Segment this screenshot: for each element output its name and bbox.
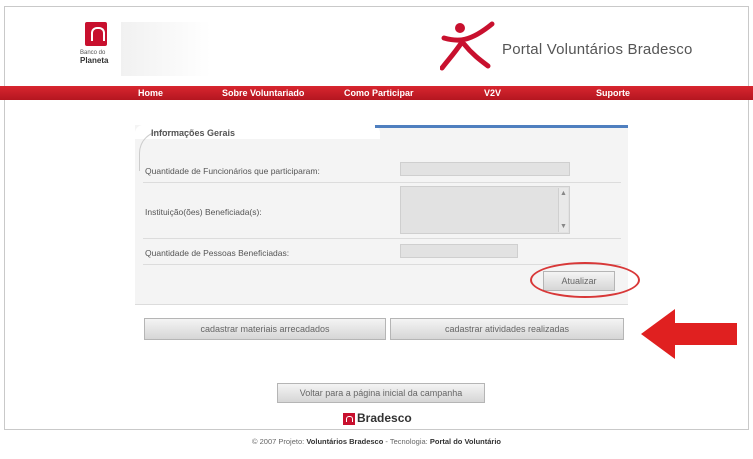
- footer-project-link[interactable]: Voluntários Bradesco: [306, 437, 383, 446]
- nav-item-como-participar[interactable]: Como Participar: [344, 86, 414, 100]
- scroll-down-icon[interactable]: ▼: [560, 223, 567, 230]
- banco-do-planeta-logo[interactable]: Banco do Planeta: [80, 22, 120, 76]
- footer-middle: - Tecnologia:: [383, 437, 428, 446]
- cadastrar-materiais-button[interactable]: cadastrar materiais arrecadados: [144, 318, 386, 340]
- header-decoration: [121, 22, 211, 76]
- funcionarios-input[interactable]: [400, 162, 570, 176]
- nav-item-suporte[interactable]: Suporte: [596, 86, 630, 100]
- nav-item-home[interactable]: Home: [138, 86, 163, 100]
- red-arrow-icon: [641, 309, 737, 359]
- instituicoes-textarea[interactable]: ▲ ▼: [400, 186, 570, 234]
- field-label-pessoas: Quantidade de Pessoas Beneficiadas:: [145, 248, 290, 258]
- field-row-pessoas: Quantidade de Pessoas Beneficiadas:: [143, 239, 621, 265]
- bradesco-logo-icon: [343, 413, 355, 425]
- nav-item-v2v[interactable]: V2V: [484, 86, 501, 100]
- cadastrar-atividades-button[interactable]: cadastrar atividades realizadas: [390, 318, 624, 340]
- footer-prefix: © 2007 Projeto:: [252, 437, 305, 446]
- bradesco-tree-icon: [85, 22, 107, 46]
- pessoas-input[interactable]: [400, 244, 518, 258]
- portal-title: Portal Voluntários Bradesco: [502, 41, 693, 58]
- main-nav: Home Sobre Voluntariado Como Participar …: [0, 86, 753, 100]
- field-label-instituicoes: Instituição(ões) Beneficiada(s):: [145, 207, 262, 217]
- textarea-scrollbar[interactable]: ▲ ▼: [558, 188, 568, 232]
- bradesco-brand: Bradesco: [357, 411, 412, 425]
- scroll-up-icon[interactable]: ▲: [560, 190, 567, 197]
- field-label-funcionarios: Quantidade de Funcionários que participa…: [145, 166, 320, 176]
- highlight-ellipse: [530, 262, 640, 298]
- field-row-instituicoes: Instituição(ões) Beneficiada(s): ▲ ▼: [143, 183, 621, 239]
- field-row-funcionarios: Quantidade de Funcionários que participa…: [143, 157, 621, 183]
- nav-item-sobre-voluntariado[interactable]: Sobre Voluntariado: [222, 86, 304, 100]
- footer: © 2007 Projeto: Voluntários Bradesco - T…: [0, 437, 753, 446]
- volunteer-figure-icon: [440, 21, 495, 71]
- panel-title: Informações Gerais: [151, 128, 236, 138]
- voltar-button[interactable]: Voltar para a página inicial da campanha: [277, 383, 485, 403]
- footer-tech-link[interactable]: Portal do Voluntário: [430, 437, 501, 446]
- panel-accent-line: [375, 125, 628, 128]
